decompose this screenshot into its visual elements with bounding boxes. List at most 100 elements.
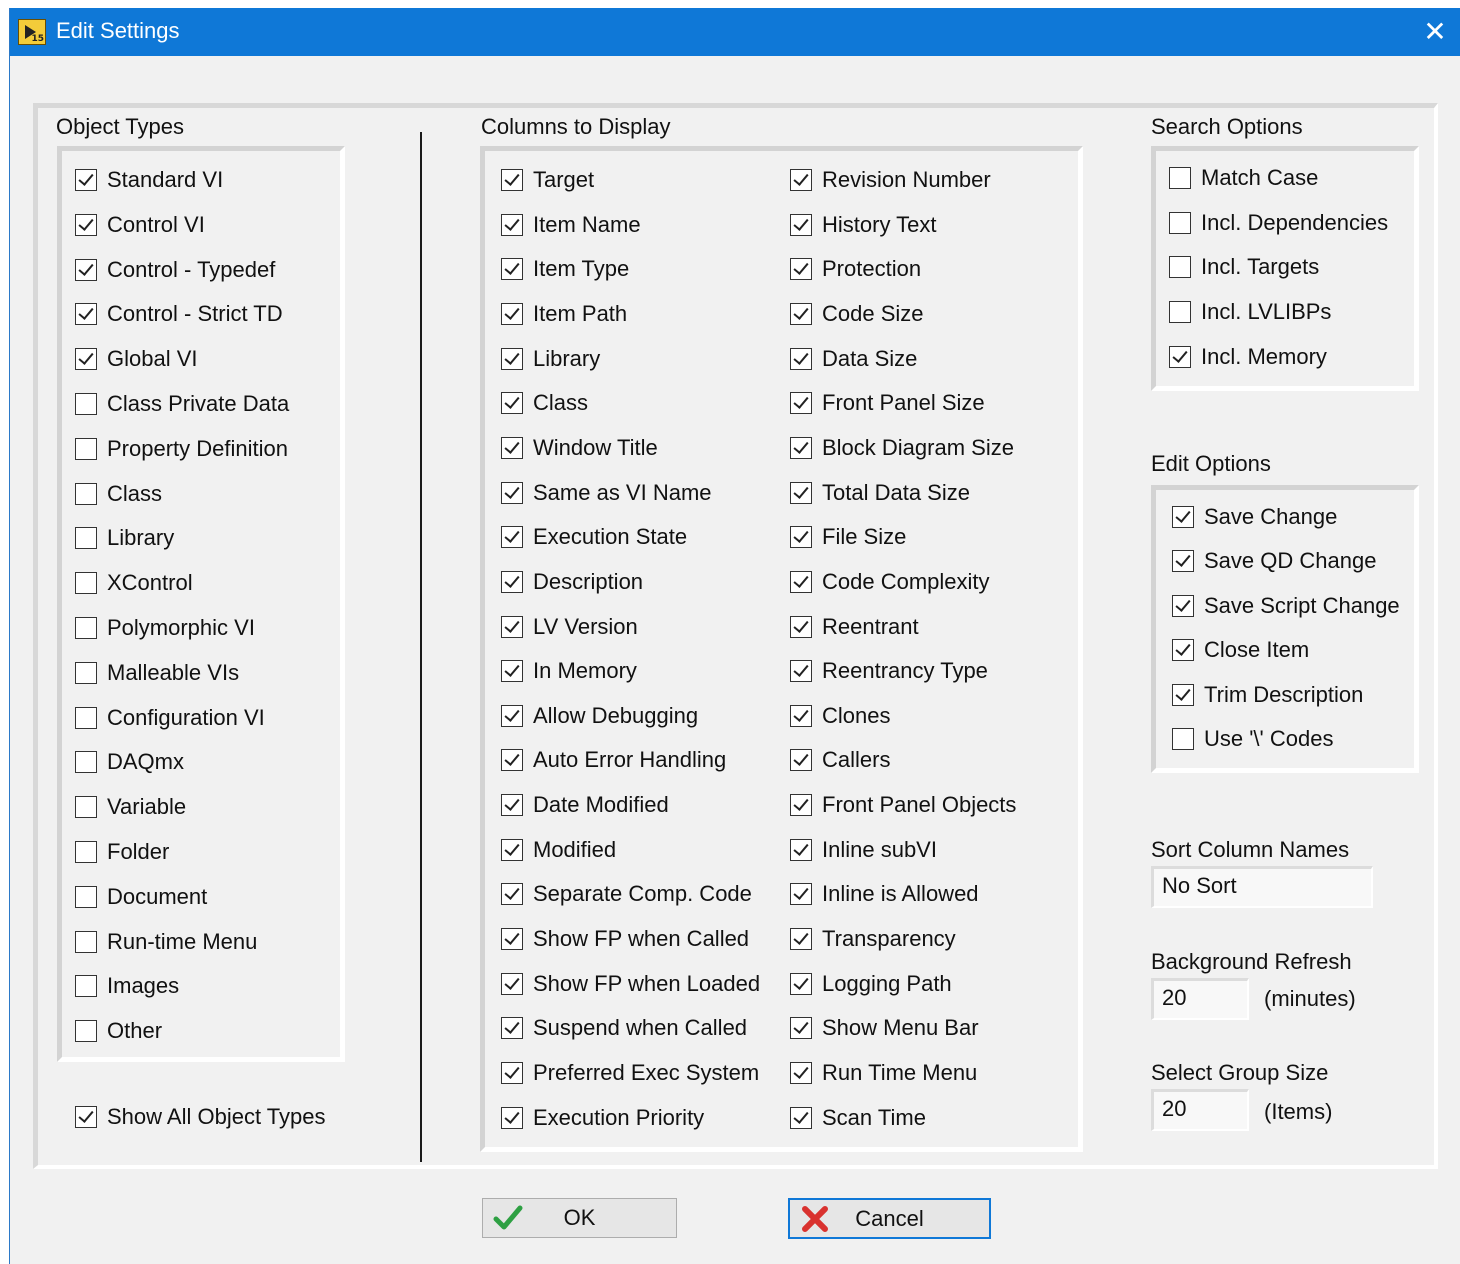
unchecked-box-icon[interactable] (75, 661, 97, 684)
show-all-object-types-checkbox[interactable]: Show All Object Types (75, 1102, 326, 1132)
edit-option-checkbox-save-change[interactable]: Save Change (1172, 502, 1337, 532)
checked-box-icon[interactable] (790, 570, 812, 593)
object-type-checkbox-configuration-vi[interactable]: Configuration VI (75, 703, 265, 733)
checked-box-icon[interactable] (790, 794, 812, 817)
unchecked-box-icon[interactable] (75, 706, 97, 729)
checked-box-icon[interactable] (790, 1017, 812, 1040)
column-checkbox-inline-subvi[interactable]: Inline subVI (790, 835, 937, 865)
search-option-checkbox-incl-targets[interactable]: Incl. Targets (1169, 252, 1319, 282)
object-type-checkbox-other[interactable]: Other (75, 1016, 162, 1046)
object-type-checkbox-standard-vi[interactable]: Standard VI (75, 165, 223, 195)
column-checkbox-item-type[interactable]: Item Type (501, 254, 629, 284)
unchecked-box-icon[interactable] (75, 885, 97, 908)
unchecked-box-icon[interactable] (75, 796, 97, 819)
checked-box-icon[interactable] (501, 838, 523, 861)
checked-box-icon[interactable] (501, 481, 523, 504)
column-checkbox-run-time-menu[interactable]: Run Time Menu (790, 1058, 977, 1088)
checked-box-icon[interactable] (501, 302, 523, 325)
column-checkbox-window-title[interactable]: Window Title (501, 433, 658, 463)
object-type-checkbox-daqmx[interactable]: DAQmx (75, 747, 184, 777)
background-refresh-input[interactable]: 20 (1151, 978, 1249, 1020)
object-type-checkbox-images[interactable]: Images (75, 971, 179, 1001)
column-checkbox-show-fp-when-loaded[interactable]: Show FP when Loaded (501, 969, 760, 999)
column-checkbox-code-size[interactable]: Code Size (790, 299, 924, 329)
column-checkbox-transparency[interactable]: Transparency (790, 924, 956, 954)
column-checkbox-execution-state[interactable]: Execution State (501, 522, 687, 552)
column-checkbox-show-menu-bar[interactable]: Show Menu Bar (790, 1013, 979, 1043)
checked-box-icon[interactable] (501, 392, 523, 415)
search-option-checkbox-incl-dependencies[interactable]: Incl. Dependencies (1169, 208, 1388, 238)
checked-box-icon[interactable] (75, 1106, 97, 1128)
object-type-checkbox-library[interactable]: Library (75, 523, 174, 553)
checked-box-icon[interactable] (75, 213, 97, 236)
checked-box-icon[interactable] (790, 213, 812, 236)
column-checkbox-history-text[interactable]: History Text (790, 210, 937, 240)
checked-box-icon[interactable] (1172, 506, 1194, 528)
object-type-checkbox-polymorphic-vi[interactable]: Polymorphic VI (75, 613, 255, 643)
unchecked-box-icon[interactable] (75, 751, 97, 774)
search-option-checkbox-incl-memory[interactable]: Incl. Memory (1169, 342, 1327, 372)
checked-box-icon[interactable] (75, 348, 97, 371)
object-type-checkbox-control-strict-td[interactable]: Control - Strict TD (75, 299, 283, 329)
checked-box-icon[interactable] (790, 972, 812, 995)
search-option-checkbox-incl-lvlibps[interactable]: Incl. LVLIBPs (1169, 297, 1331, 327)
checked-box-icon[interactable] (790, 302, 812, 325)
checked-box-icon[interactable] (790, 749, 812, 772)
column-checkbox-data-size[interactable]: Data Size (790, 344, 917, 374)
column-checkbox-block-diagram-size[interactable]: Block Diagram Size (790, 433, 1014, 463)
checked-box-icon[interactable] (501, 347, 523, 370)
column-checkbox-reentrant[interactable]: Reentrant (790, 612, 919, 642)
close-icon[interactable]: ✕ (1417, 14, 1453, 50)
object-type-checkbox-global-vi[interactable]: Global VI (75, 344, 198, 374)
checked-box-icon[interactable] (790, 704, 812, 727)
column-checkbox-item-path[interactable]: Item Path (501, 299, 627, 329)
checked-box-icon[interactable] (75, 169, 97, 191)
checked-box-icon[interactable] (1172, 594, 1194, 617)
checked-box-icon[interactable] (1172, 550, 1194, 573)
column-checkbox-preferred-exec-system[interactable]: Preferred Exec System (501, 1058, 759, 1088)
column-checkbox-reentrancy-type[interactable]: Reentrancy Type (790, 656, 988, 686)
object-type-checkbox-property-definition[interactable]: Property Definition (75, 434, 288, 464)
column-checkbox-scan-time[interactable]: Scan Time (790, 1103, 926, 1133)
checked-box-icon[interactable] (1172, 683, 1194, 706)
edit-option-checkbox-save-qd-change[interactable]: Save QD Change (1172, 546, 1376, 576)
checked-box-icon[interactable] (501, 972, 523, 995)
checked-box-icon[interactable] (501, 436, 523, 459)
checked-box-icon[interactable] (1172, 639, 1194, 662)
checked-box-icon[interactable] (501, 615, 523, 638)
checked-box-icon[interactable] (501, 1062, 523, 1084)
column-checkbox-front-panel-size[interactable]: Front Panel Size (790, 388, 985, 418)
checked-box-icon[interactable] (790, 838, 812, 861)
checked-box-icon[interactable] (790, 392, 812, 415)
column-checkbox-code-complexity[interactable]: Code Complexity (790, 567, 990, 597)
checked-box-icon[interactable] (501, 794, 523, 817)
checked-box-icon[interactable] (501, 526, 523, 549)
column-checkbox-front-panel-objects[interactable]: Front Panel Objects (790, 790, 1016, 820)
checked-box-icon[interactable] (790, 526, 812, 549)
unchecked-box-icon[interactable] (75, 975, 97, 998)
checked-box-icon[interactable] (501, 169, 523, 191)
unchecked-box-icon[interactable] (75, 841, 97, 863)
search-option-checkbox-match-case[interactable]: Match Case (1169, 163, 1318, 193)
checked-box-icon[interactable] (790, 436, 812, 459)
checked-box-icon[interactable] (790, 169, 812, 191)
column-checkbox-class[interactable]: Class (501, 388, 588, 418)
checked-box-icon[interactable] (790, 1062, 812, 1084)
column-checkbox-date-modified[interactable]: Date Modified (501, 790, 669, 820)
cancel-button[interactable]: Cancel (788, 1198, 991, 1239)
checked-box-icon[interactable] (501, 928, 523, 951)
checked-box-icon[interactable] (790, 615, 812, 638)
checked-box-icon[interactable] (501, 570, 523, 593)
checked-box-icon[interactable] (1169, 345, 1191, 368)
ok-button[interactable]: OK (482, 1198, 677, 1238)
unchecked-box-icon[interactable] (75, 1020, 97, 1043)
checked-box-icon[interactable] (790, 258, 812, 281)
column-checkbox-separate-comp-code[interactable]: Separate Comp. Code (501, 879, 752, 909)
unchecked-box-icon[interactable] (1169, 301, 1191, 324)
column-checkbox-modified[interactable]: Modified (501, 835, 616, 865)
column-checkbox-allow-debugging[interactable]: Allow Debugging (501, 701, 698, 731)
object-type-checkbox-folder[interactable]: Folder (75, 837, 169, 867)
column-checkbox-file-size[interactable]: File Size (790, 522, 906, 552)
column-checkbox-suspend-when-called[interactable]: Suspend when Called (501, 1013, 747, 1043)
edit-option-checkbox-save-script-change[interactable]: Save Script Change (1172, 591, 1400, 621)
